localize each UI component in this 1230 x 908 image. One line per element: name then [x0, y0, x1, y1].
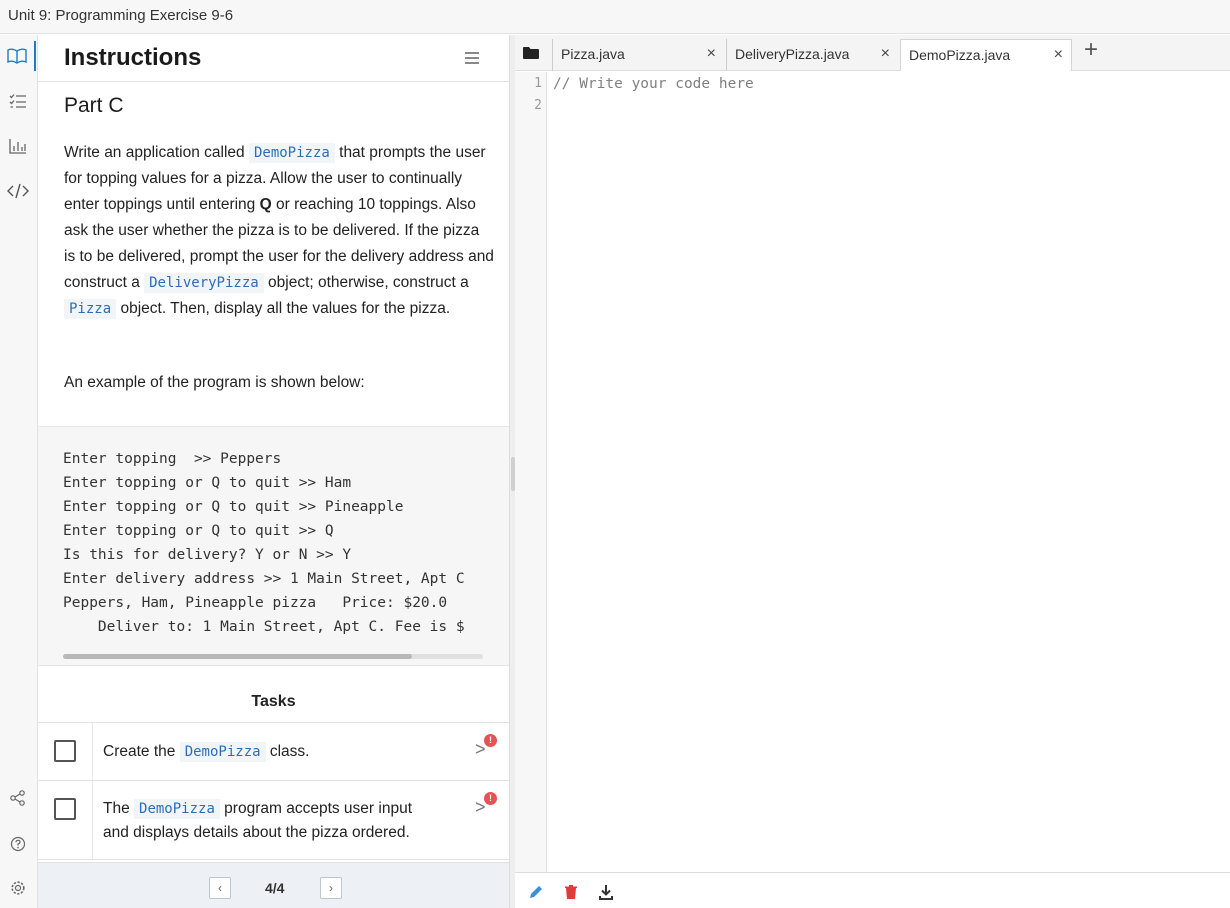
task-item[interactable]: The DemoPizza program accepts user input…	[38, 780, 509, 860]
task-checkbox[interactable]	[54, 798, 76, 820]
instructions-title: Instructions	[64, 44, 202, 71]
task-checkbox[interactable]	[54, 740, 76, 762]
tab-pizza-java[interactable]: Pizza.java ×	[552, 39, 724, 71]
alert-badge: !	[484, 734, 497, 747]
line-number: 1	[534, 76, 542, 91]
task-text: Create the DemoPizza class.	[103, 742, 310, 762]
instructions-header: Instructions	[38, 35, 509, 82]
task-item[interactable]: Create the DemoPizza class. > !	[38, 722, 509, 780]
tasks-title: Tasks	[251, 693, 296, 710]
task-text: The DemoPizza program accepts user input…	[103, 799, 412, 841]
menu-icon[interactable]	[465, 52, 479, 64]
code-line[interactable]: // Write your code here	[553, 76, 754, 92]
inline-code: Pizza	[64, 299, 117, 319]
close-icon[interactable]: ×	[707, 39, 716, 69]
left-rail	[0, 35, 38, 908]
help-icon[interactable]	[0, 829, 36, 859]
prev-page-button[interactable]: ‹	[209, 877, 231, 899]
tab-deliverypizza-java[interactable]: DeliveryPizza.java ×	[726, 39, 898, 71]
settings-icon[interactable]	[0, 873, 36, 903]
editor-tab-bar: Pizza.java × DeliveryPizza.java × DemoPizz…	[515, 35, 1230, 71]
example-output: Enter topping >> Peppers Enter topping o…	[63, 451, 465, 635]
instructions-panel: Instructions Part C Write an application…	[38, 35, 509, 908]
inline-code: DemoPizza	[248, 143, 335, 163]
example-intro: An example of the program is shown below…	[64, 374, 365, 391]
example-output-block: Enter topping >> Peppers Enter topping o…	[38, 426, 509, 666]
chart-icon[interactable]	[0, 131, 36, 161]
folder-icon[interactable]	[523, 47, 539, 59]
title-bar: Unit 9: Programming Exercise 9-6	[0, 0, 1230, 34]
close-icon[interactable]: ×	[881, 39, 890, 69]
line-number-gutter: 1 2	[515, 72, 547, 872]
instructions-paragraph: Write an application called DemoPizza th…	[64, 143, 494, 319]
checklist-icon[interactable]	[0, 86, 36, 116]
line-number: 2	[534, 98, 542, 113]
code-icon[interactable]	[0, 176, 36, 206]
code-editor: Pizza.java × DeliveryPizza.java × DemoPizz…	[515, 35, 1230, 908]
next-page-button[interactable]: ›	[320, 877, 342, 899]
code-text-area[interactable]: // Write your code here	[553, 72, 1230, 872]
editor-footer	[515, 872, 1230, 908]
alert-badge: !	[484, 792, 497, 805]
trash-icon[interactable]	[562, 883, 580, 901]
close-icon[interactable]: ×	[1054, 40, 1063, 70]
book-icon[interactable]	[0, 41, 36, 71]
inline-code: DeliveryPizza	[144, 273, 264, 293]
download-icon[interactable]	[597, 883, 615, 901]
part-heading: Part C	[64, 94, 124, 117]
tab-demopizza-java[interactable]: DemoPizza.java ×	[900, 39, 1072, 71]
page-count: 4/4	[265, 880, 285, 896]
window-title: Unit 9: Programming Exercise 9-6	[8, 7, 234, 24]
add-tab-button[interactable]: +	[1084, 36, 1098, 64]
task-pager: ‹ 4/4 ›	[38, 862, 509, 908]
horizontal-scrollbar[interactable]	[63, 654, 483, 659]
share-icon[interactable]	[0, 783, 36, 813]
pencil-icon[interactable]	[527, 883, 545, 901]
